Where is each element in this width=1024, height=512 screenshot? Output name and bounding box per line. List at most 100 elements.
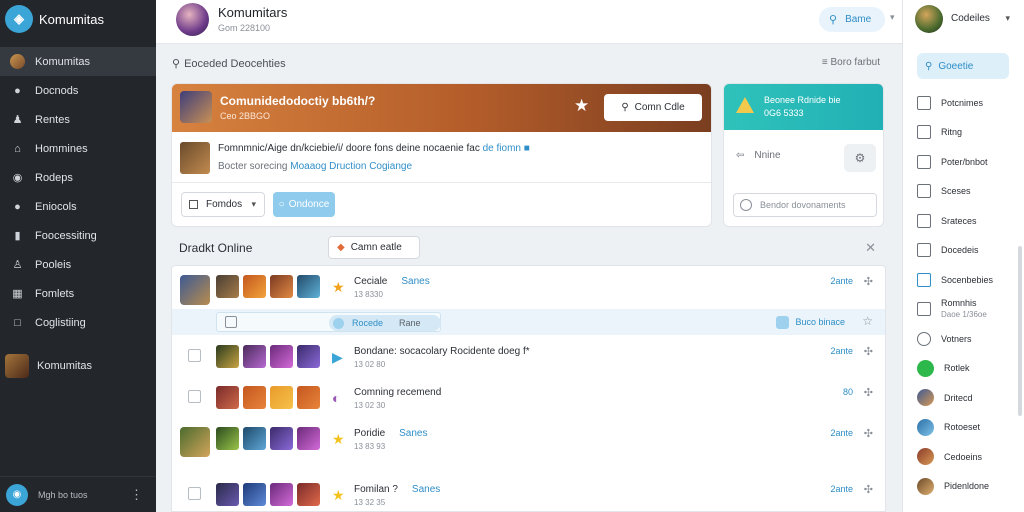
right-item[interactable]: Poter/bnbot <box>917 147 1015 177</box>
back-arrow-icon[interactable]: ⇦ <box>736 150 744 161</box>
play-icon: ▶ <box>332 349 343 365</box>
brand[interactable]: ◈ Komumitas <box>0 0 156 38</box>
sidebar-item-pooleis[interactable]: ♙ Pooleis <box>0 250 156 279</box>
sidebar-item-komumitas[interactable]: Komumitas <box>0 47 156 76</box>
expanded-field[interactable]: Rocede Rane <box>216 312 441 332</box>
right-item-label: Rotlek <box>944 363 970 374</box>
pin-icon[interactable]: ✣ <box>864 427 873 440</box>
thumbnail[interactable] <box>297 483 320 506</box>
post-meta-link[interactable]: Moaaog Druction Cogiange <box>290 161 412 172</box>
row-title: Ceciale Sanes <box>354 276 430 287</box>
sidebar-item-rodeps[interactable]: ◉ Rodeps <box>0 163 156 192</box>
sidebar-item-hommines[interactable]: ⌂ Hommines <box>0 134 156 163</box>
list-item[interactable]: ▶ Bondane: socacolary Rocidente doeg f* … <box>172 336 885 376</box>
right-item[interactable]: Socenbebies <box>917 265 1015 295</box>
right-search-button[interactable]: ⚲ Goeetie <box>917 53 1009 79</box>
row-tag[interactable]: Sanes <box>401 276 429 287</box>
thumbnail[interactable] <box>243 427 266 450</box>
thumbnail[interactable] <box>297 275 320 298</box>
sidebar-community[interactable]: Komumitas <box>0 347 156 385</box>
thumbnail[interactable] <box>270 386 293 409</box>
more-options-icon[interactable]: ⋮ <box>130 487 143 503</box>
right-item[interactable]: Pidenldone <box>917 472 1015 502</box>
sidebar-nav: Komumitas ● Docnods ♟ Rentes ⌂ Hommines … <box>0 47 156 385</box>
right-item[interactable]: Cedoeins <box>917 442 1015 472</box>
thumbnail[interactable] <box>270 345 293 368</box>
thumbnail[interactable] <box>297 386 320 409</box>
online-section-header: Dradkt Online ◆ Camn eatle ✕ <box>179 236 884 260</box>
right-item[interactable]: Rotoeset <box>917 413 1015 443</box>
thumbnail[interactable] <box>243 345 266 368</box>
thumbnail[interactable] <box>216 427 239 450</box>
sidebar-item-rentes[interactable]: ♟ Rentes <box>0 105 156 134</box>
thumbnail[interactable] <box>270 427 293 450</box>
user-bar[interactable]: ◉ Mgh bo tuos ⋮ <box>0 476 156 512</box>
square-icon <box>917 302 931 317</box>
filter-select[interactable]: Fomdos ▾ <box>181 192 265 217</box>
sidebar-item-foocessiting[interactable]: ▮ Foocessiting <box>0 221 156 250</box>
sidebar-item-eniocols[interactable]: ● Eniocols <box>0 192 156 221</box>
sidebar-item-docnods[interactable]: ● Docnods <box>0 76 156 105</box>
thumbnail[interactable] <box>243 275 266 298</box>
list-item[interactable]: ◐ Comning recemend 13 02 30 80 ✣ <box>172 377 885 417</box>
right-item[interactable]: Votners <box>917 324 1015 354</box>
thumbnail[interactable] <box>243 386 266 409</box>
top-search-button[interactable]: ⚲ Bame <box>819 7 885 32</box>
pin-icon[interactable]: ✣ <box>864 345 873 358</box>
right-item[interactable]: Romnhis Daoe 1/36oe <box>917 295 1015 325</box>
thumbnail[interactable] <box>216 345 239 368</box>
pin-icon[interactable]: ✣ <box>864 386 873 399</box>
list-item[interactable]: ★ Poridie Sanes 13 83 93 2ante ✣ <box>172 418 885 458</box>
right-item[interactable]: Docedeis <box>917 236 1015 266</box>
thumbnail[interactable] <box>270 483 293 506</box>
section-link[interactable]: ≡ Boro farbut <box>822 57 880 68</box>
row-checkbox[interactable] <box>188 390 201 403</box>
online-list: ★ Ceciale Sanes 13 8330 2ante ✣ Rocede Ra… <box>171 265 886 512</box>
row-time: 13 02 80 <box>354 360 386 369</box>
thumbnail[interactable] <box>216 386 239 409</box>
thumbnail[interactable] <box>297 427 320 450</box>
scrollbar[interactable] <box>1018 246 1022 416</box>
sidebar-item-fomlets[interactable]: ▦ Fomlets <box>0 279 156 308</box>
row-time: 13 32 35 <box>354 498 386 507</box>
row-tag[interactable]: Sanes <box>412 484 440 495</box>
grid-icon <box>917 213 931 228</box>
thumbnail-strip <box>216 345 324 368</box>
filter-button[interactable]: ○ Ondonce <box>273 192 335 217</box>
thumbnail[interactable] <box>270 275 293 298</box>
chevron-down-icon[interactable]: ▾ <box>890 12 895 23</box>
thumbnail[interactable] <box>216 275 239 298</box>
right-item[interactable]: Rotlek <box>917 354 1015 384</box>
row-status: 2ante <box>830 346 853 356</box>
settings-button[interactable]: ⚙ <box>844 144 876 172</box>
sidebar-item-coglistiing[interactable]: □ Coglistiing <box>0 308 156 337</box>
right-item[interactable]: Sceses <box>917 177 1015 207</box>
thumbnail[interactable] <box>216 483 239 506</box>
status-pill-tail: Rane <box>399 318 421 328</box>
side-search-input[interactable]: Bendor dovonaments <box>733 193 877 217</box>
online-action-button[interactable]: ◆ Camn eatle <box>328 236 420 259</box>
thumbnail[interactable] <box>243 483 266 506</box>
right-item[interactable]: Potcnimes <box>917 88 1015 118</box>
status-pill[interactable]: Rocede Rane <box>329 315 441 331</box>
row-checkbox[interactable] <box>188 349 201 362</box>
right-item[interactable]: Ritng <box>917 118 1015 148</box>
close-icon[interactable]: ✕ <box>865 240 876 256</box>
list-item[interactable]: ★ Ceciale Sanes 13 8330 2ante ✣ <box>172 266 885 306</box>
banner-action-button[interactable]: ⚲ Comn Cdle <box>604 94 702 121</box>
list-item[interactable]: ★ Fomilan ? Sanes 13 32 35 2ante ✣ <box>172 474 885 511</box>
right-item[interactable]: Dritecd <box>917 383 1015 413</box>
row-checkbox[interactable] <box>188 487 201 500</box>
post-link[interactable]: de fiomn ■ <box>483 143 530 154</box>
thumbnail[interactable] <box>297 345 320 368</box>
pin-icon[interactable]: ✣ <box>864 483 873 496</box>
row-tag[interactable]: Sanes <box>399 428 427 439</box>
star-icon[interactable]: ★ <box>574 96 589 116</box>
pin-icon[interactable]: ✣ <box>864 275 873 288</box>
sidebar-item-label: Docnods <box>35 84 79 97</box>
row-title-text: Fomilan ? <box>354 484 398 495</box>
subrow-action[interactable]: Buco binace <box>776 314 845 330</box>
right-item[interactable]: Srateces <box>917 206 1015 236</box>
star-outline-icon[interactable]: ☆ <box>862 314 873 328</box>
account-switcher[interactable]: Codeiles ▾ <box>903 0 1024 38</box>
